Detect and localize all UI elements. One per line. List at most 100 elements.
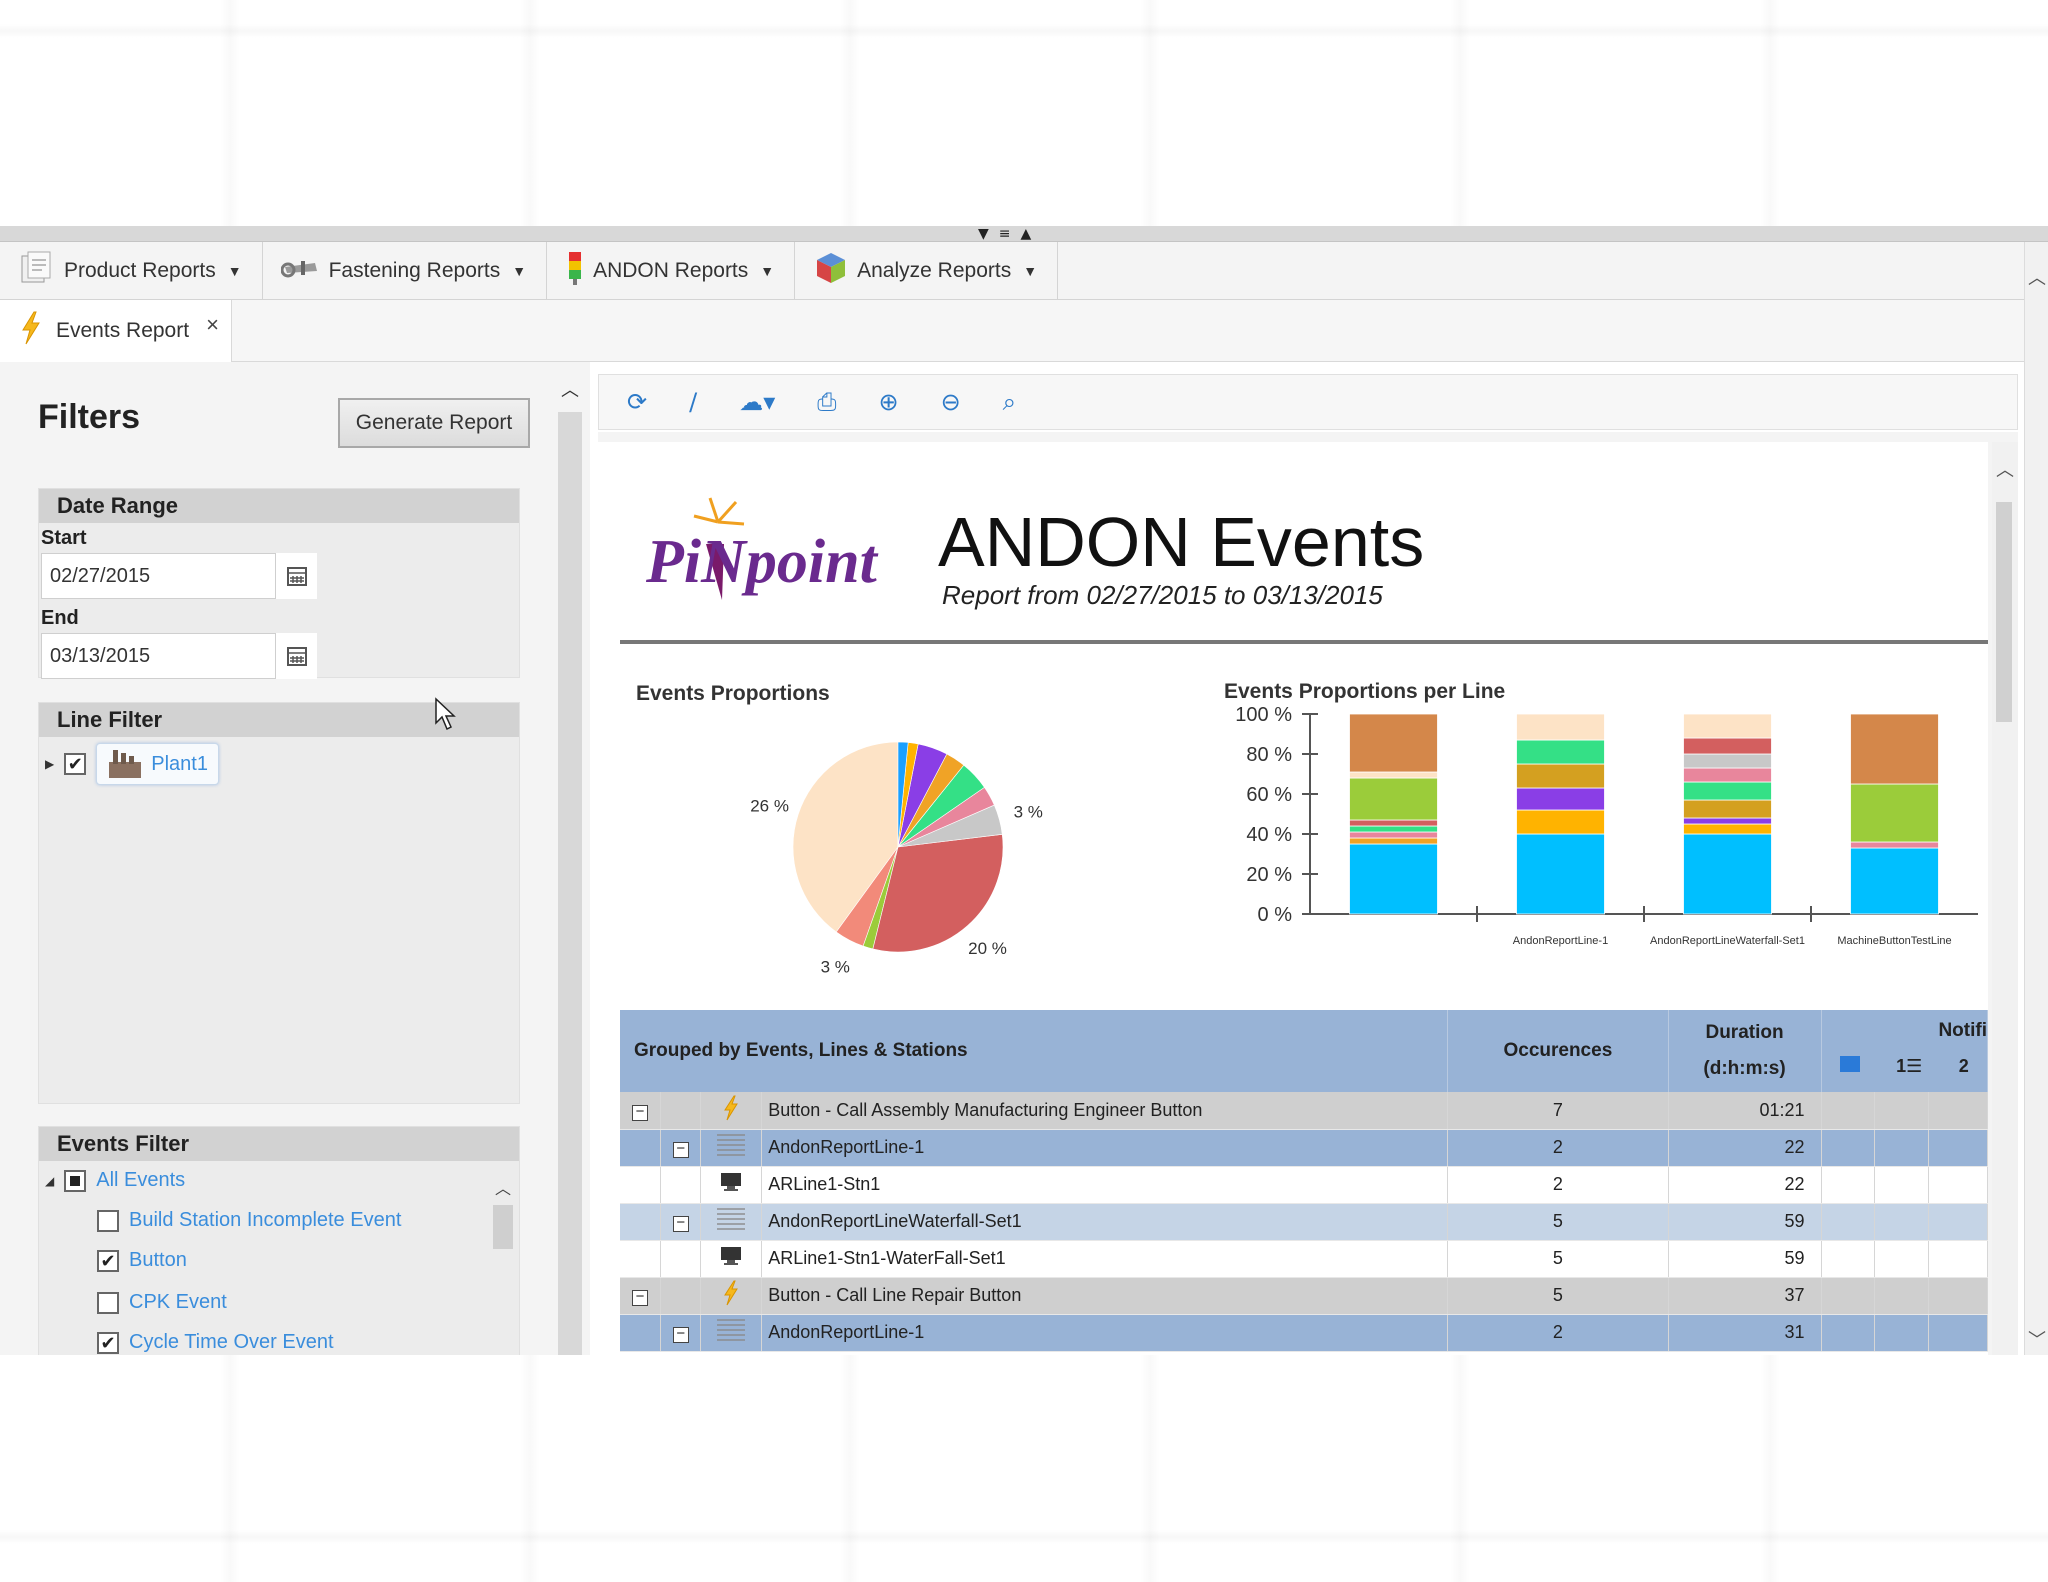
col-header-notifications[interactable]: Notifi 1☰ 2 [1821, 1010, 1988, 1092]
top-splitter[interactable]: ▼≡▲ [0, 226, 2048, 242]
generate-report-button[interactable]: Generate Report [338, 398, 530, 448]
menu-product-reports[interactable]: Product Reports ▼ [0, 242, 263, 300]
viewer-scrollbar[interactable]: ︿ [1992, 442, 2018, 1355]
bar-segment [1683, 817, 1772, 825]
all-events-checkbox[interactable] [64, 1169, 87, 1192]
row-notification-cell [1874, 1166, 1930, 1204]
date-range-section: Date Range Start 02/27/2015 End 03/13/20… [38, 488, 520, 679]
row-duration: 37 [1668, 1277, 1822, 1315]
plant1-label: Plant1 [151, 752, 208, 775]
zoom-out-icon[interactable]: ⊖ [941, 388, 961, 416]
row-notification-cell [1874, 1203, 1930, 1241]
scroll-thumb[interactable] [493, 1205, 513, 1249]
table-row[interactable]: − AndonReportLine-1 2 31 [620, 1314, 1988, 1352]
report-viewer: PiNpoint ANDON Events Report from 02/27/… [598, 432, 2018, 1355]
panel-collapse-splitter[interactable]: ︿ [550, 362, 590, 1355]
table-row[interactable]: − Button - Call Line Repair Button 5 37 [620, 1277, 1988, 1315]
refresh-icon[interactable]: ⟳ [627, 388, 647, 416]
station-monitor-icon [719, 1173, 743, 1197]
bar-segment [1683, 833, 1772, 915]
pie-slice-label: 3 % [1014, 803, 1043, 822]
menu-fastening-reports[interactable]: Fastening Reports ▼ [263, 242, 548, 300]
event-checkbox[interactable] [97, 1209, 119, 1232]
zoom-in-icon[interactable]: ⊕ [878, 388, 898, 416]
scroll-up-icon[interactable]: ︿ [1992, 456, 2018, 482]
row-notification-cell [1928, 1314, 1988, 1352]
collapse-row-icon[interactable]: − [631, 1104, 648, 1121]
export-cloud-icon[interactable]: ☁▾ [739, 388, 775, 416]
plant1-node[interactable]: Plant1 [96, 743, 219, 785]
window-scrollbar[interactable]: ︿ ﹀ [2024, 242, 2048, 1355]
table-row[interactable]: ARLine1-Stn1-WaterFall-Set1 5 59 [620, 1240, 1988, 1278]
production-line-icon [717, 1319, 746, 1341]
calendar-icon[interactable] [275, 633, 317, 679]
collapse-up-icon[interactable]: ︿ [558, 376, 582, 402]
event-filter-item[interactable]: ✔ Button [97, 1249, 187, 1272]
col-header-occurences[interactable]: Occurences [1447, 1010, 1669, 1092]
menu-analyze-reports[interactable]: Analyze Reports ▼ [795, 242, 1059, 300]
scroll-thumb[interactable] [1996, 502, 2012, 722]
event-label: CPK Event [129, 1291, 227, 1313]
event-label: Button [129, 1249, 187, 1271]
collapse-row-icon[interactable]: − [672, 1215, 689, 1232]
row-duration: 22 [1668, 1129, 1822, 1167]
table-row[interactable]: − Button - Call Assembly Manufacturing En… [620, 1092, 1988, 1130]
splitter-bar[interactable] [558, 412, 582, 1355]
all-events-label[interactable]: All Events [96, 1169, 185, 1192]
lightning-icon [723, 1095, 739, 1125]
scroll-down-icon[interactable]: ﹀ [2025, 1326, 2048, 1352]
row-notification-cell [1821, 1092, 1876, 1130]
collapse-arrow-icon[interactable]: ◢ [45, 1174, 54, 1188]
menu-andon-reports[interactable]: ANDON Reports ▼ [547, 242, 796, 300]
expand-arrow-icon[interactable]: ▶ [45, 757, 54, 771]
row-name: Button - Call Line Repair Button [761, 1277, 1449, 1315]
y-tick-label: 40 % [1246, 824, 1292, 846]
collapse-row-icon[interactable]: − [672, 1141, 689, 1158]
col-header-group[interactable]: Grouped by Events, Lines & Stations [620, 1010, 1449, 1092]
bar-segment [1349, 825, 1438, 833]
bar-segment [1516, 713, 1605, 741]
event-checkbox[interactable]: ✔ [97, 1249, 119, 1272]
row-notification-cell [1928, 1240, 1988, 1278]
plant1-checkbox[interactable]: ✔ [64, 753, 87, 775]
row-name: Button - Call Assembly Manufacturing Eng… [761, 1092, 1449, 1130]
bar-segment [1516, 763, 1605, 789]
y-tick-label: 20 % [1246, 864, 1292, 886]
splitter-grip-icon[interactable]: ▼≡▲ [978, 226, 1041, 242]
bar-segment [1683, 737, 1772, 755]
col-header-duration[interactable]: Duration (d:h:m:s) [1668, 1010, 1822, 1092]
row-notification-cell [1928, 1129, 1988, 1167]
scroll-up-icon[interactable]: ︿ [491, 1175, 515, 1199]
event-checkbox[interactable] [97, 1291, 119, 1314]
collapse-row-icon[interactable]: − [672, 1326, 689, 1343]
scroll-up-icon[interactable]: ︿ [2025, 264, 2048, 290]
event-filter-item[interactable]: CPK Event [97, 1291, 227, 1314]
table-row[interactable]: ARLine1-Stn1 2 22 [620, 1166, 1988, 1204]
search-icon[interactable]: ⌕ [1003, 388, 1016, 416]
table-row[interactable]: − AndonReportLineWaterfall-Set1 5 59 [620, 1203, 1988, 1241]
tab-events-report[interactable]: Events Report × [0, 300, 232, 362]
row-duration: 31 [1668, 1314, 1822, 1352]
bar-segment [1349, 713, 1438, 773]
row-notification-cell [1874, 1314, 1930, 1352]
events-scrollbar[interactable]: ︿ [491, 1175, 515, 1355]
print-icon[interactable]: ⎙ [817, 388, 836, 416]
event-checkbox[interactable]: ✔ [97, 1331, 119, 1354]
close-icon[interactable]: × [206, 312, 219, 338]
y-tick-label: 60 % [1246, 784, 1292, 806]
menu-andon-reports-label: ANDON Reports [593, 259, 749, 282]
event-filter-item[interactable]: ✔ Cycle Time Over Event [97, 1331, 334, 1354]
calendar-icon[interactable] [275, 553, 317, 599]
edit-icon[interactable]: / [689, 388, 697, 416]
menu-analyze-reports-label: Analyze Reports [857, 259, 1012, 282]
events-table: Grouped by Events, Lines & Stations Occu… [620, 1010, 1988, 1352]
report-title: ANDON Events [938, 503, 1425, 581]
collapse-row-icon[interactable]: − [631, 1289, 648, 1306]
events-table-body: − Button - Call Assembly Manufacturing En… [620, 1092, 1988, 1352]
table-row[interactable]: − AndonReportLine-1 2 22 [620, 1129, 1988, 1167]
row-duration: 59 [1668, 1203, 1822, 1241]
row-notification-cell [1874, 1277, 1930, 1315]
event-filter-item[interactable]: Build Station Incomplete Event [97, 1209, 401, 1232]
station-monitor-icon [719, 1247, 743, 1271]
row-occurences: 2 [1447, 1166, 1669, 1204]
